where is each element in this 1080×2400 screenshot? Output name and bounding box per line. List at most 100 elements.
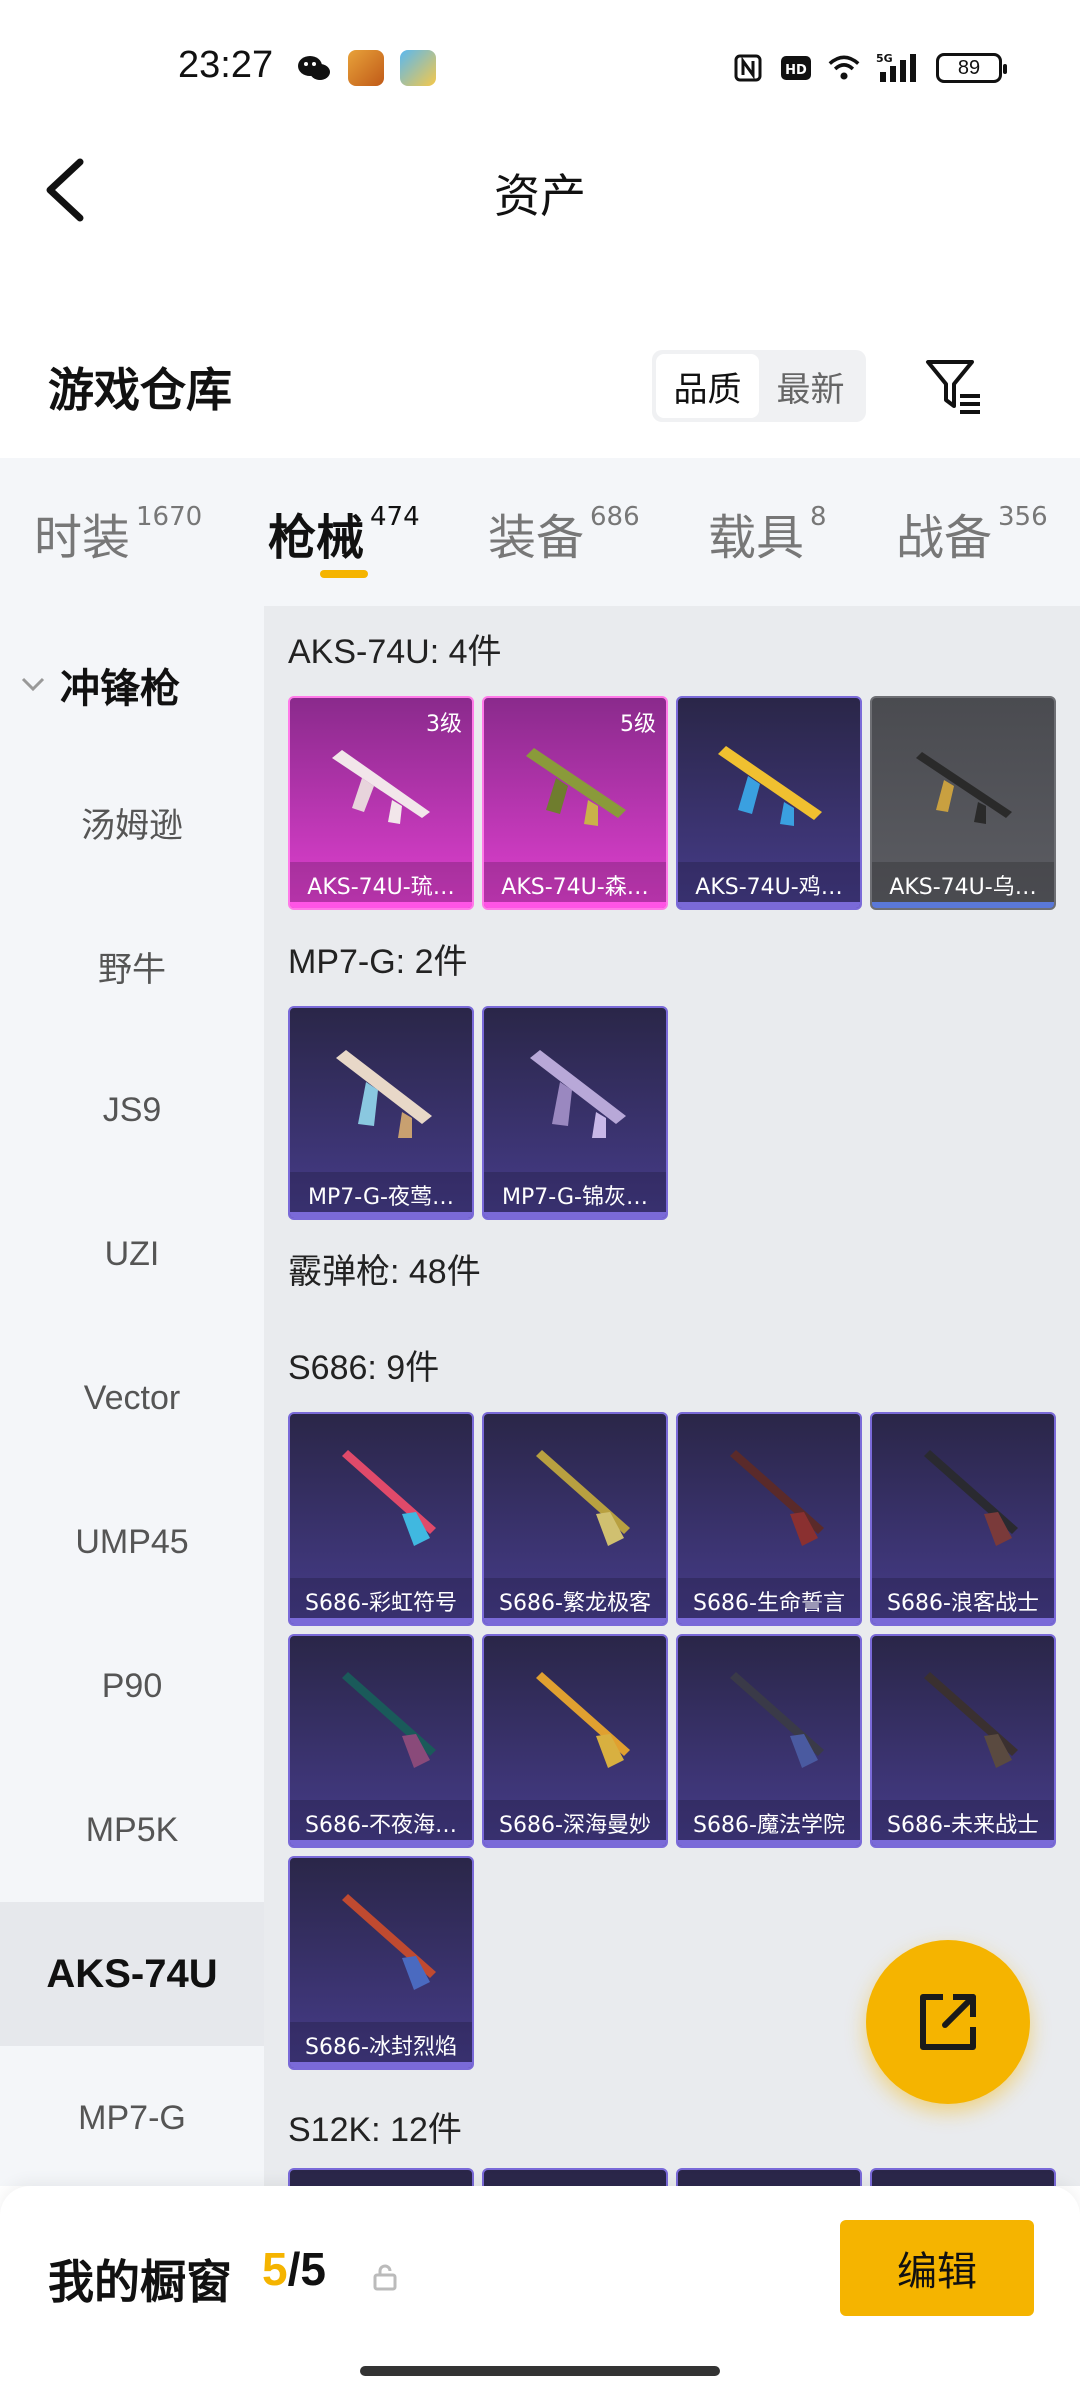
weapon-image [718, 746, 822, 826]
edit-button[interactable]: 编辑 [840, 2220, 1034, 2316]
item-card[interactable] [482, 2168, 668, 2186]
sidebar-group-label: 冲锋枪 [60, 666, 180, 712]
sidebar-item-mp5k[interactable]: MP5K [0, 1758, 264, 1902]
weapon-image [730, 1672, 824, 1768]
section-title: MP7-G: 2件 [288, 943, 468, 981]
tab-supplies[interactable]: 战备 356 [896, 498, 1048, 568]
filter-icon[interactable] [922, 354, 986, 418]
home-indicator[interactable] [360, 2366, 720, 2376]
rarity-bar [290, 1212, 472, 1218]
sort-quality-option[interactable]: 品质 [656, 354, 759, 418]
tab-label: 装备 [488, 510, 585, 566]
wechat-icon [296, 50, 332, 86]
tab-count: 8 [810, 502, 827, 532]
tab-count: 1670 [136, 502, 203, 532]
weapon-image [530, 1050, 626, 1138]
status-bar: 23:27 HD 5G 89 [0, 0, 1080, 140]
battery-indicator: 89 [936, 53, 1007, 83]
sidebar-item-aks74u[interactable]: AKS-74U [0, 1902, 264, 2046]
item-card[interactable]: MP7-G-夜莺… [288, 1006, 474, 1220]
item-card[interactable]: S686-不夜海… [288, 1634, 474, 1848]
showcase-count: 5/5 [262, 2242, 326, 2296]
tab-guns[interactable]: 枪械 474 [268, 498, 420, 568]
sort-newest-option[interactable]: 最新 [759, 354, 862, 418]
sort-toggle: 品质 最新 [652, 350, 866, 422]
hd-icon: HD [780, 52, 812, 84]
tab-label: 战备 [896, 510, 993, 566]
item-card[interactable]: AKS-74U-乌… [870, 696, 1056, 910]
weapon-image [332, 750, 430, 824]
showcase-separator: / [287, 2243, 301, 2295]
rarity-bar [484, 1840, 666, 1846]
showcase-label: 我的橱窗 [48, 2255, 232, 2309]
rarity-bar [872, 1618, 1054, 1624]
status-icons: HD 5G 89 [732, 52, 1007, 84]
external-share-icon [920, 1994, 976, 2050]
rarity-bar [290, 902, 472, 908]
weapon-image [342, 1672, 436, 1768]
rarity-bar [484, 902, 666, 908]
section-title: AKS-74U: 4件 [288, 633, 502, 671]
sidebar-item-vector[interactable]: Vector [0, 1326, 264, 1470]
item-card[interactable]: MP7-G-锦灰… [482, 1006, 668, 1220]
showcase-total: 5 [300, 2243, 326, 2295]
tab-count: 686 [590, 502, 640, 532]
weapon-image [336, 1050, 432, 1138]
tab-label: 时装 [34, 510, 131, 566]
sidebar-item-p90[interactable]: P90 [0, 1614, 264, 1758]
weather-icon [400, 50, 436, 86]
weapon-image [526, 748, 626, 826]
signal-5g-icon: 5G [876, 52, 920, 84]
rarity-bar [290, 1840, 472, 1846]
sidebar-item-thompson[interactable]: 汤姆逊 [0, 750, 264, 894]
item-card[interactable]: S686-浪客战士 [870, 1412, 1056, 1626]
category-tabs: 时装 1670 枪械 474 装备 686 载具 8 战备 356 [0, 458, 1080, 606]
weapon-image [924, 1672, 1018, 1768]
lock-icon [370, 2262, 400, 2292]
rarity-bar [484, 1618, 666, 1624]
item-card[interactable] [288, 2168, 474, 2186]
rarity-bar [872, 1840, 1054, 1846]
svg-text:HD: HD [785, 63, 807, 78]
item-card[interactable]: S686-彩虹符号 [288, 1412, 474, 1626]
item-card[interactable]: S686-深海曼妙 [482, 1634, 668, 1848]
rarity-bar [678, 902, 860, 908]
sidebar-item-uzi[interactable]: UZI [0, 1182, 264, 1326]
showcase-current: 5 [262, 2243, 288, 2295]
tab-equipment[interactable]: 装备 686 [488, 498, 640, 568]
rarity-bar [484, 1212, 666, 1218]
rarity-bar [678, 1840, 860, 1846]
section-title: S12K: 12件 [288, 2111, 462, 2149]
weapon-image [342, 1894, 436, 1990]
item-card[interactable]: S686-繁龙极客 [482, 1412, 668, 1626]
tab-label: 枪械 [268, 510, 365, 566]
sidebar-item-ump45[interactable]: UMP45 [0, 1470, 264, 1614]
weapon-type-sidebar: 冲锋枪 汤姆逊 野牛 JS9 UZI Vector UMP45 P90 MP5K… [0, 606, 264, 2186]
sidebar-group-smg[interactable]: 冲锋枪 [20, 656, 180, 714]
weapon-image [730, 1450, 824, 1546]
sidebar-item-mp7g[interactable]: MP7-G [0, 2046, 264, 2190]
status-time: 23:27 [178, 44, 274, 86]
wifi-icon [828, 52, 860, 84]
sidebar-item-js9[interactable]: JS9 [0, 1038, 264, 1182]
item-card[interactable]: 5级 AKS-74U-森… [482, 696, 668, 910]
item-card[interactable] [870, 2168, 1056, 2186]
item-card[interactable]: S686-魔法学院 [676, 1634, 862, 1848]
item-card[interactable]: S686-生命誓言 [676, 1412, 862, 1626]
svg-text:5G: 5G [876, 52, 893, 65]
share-button[interactable] [866, 1940, 1030, 2104]
chevron-down-icon [21, 677, 45, 692]
nfc-icon [732, 52, 764, 84]
app-icon [348, 50, 384, 86]
tab-label: 载具 [708, 510, 805, 566]
item-card[interactable]: S686-未来战士 [870, 1634, 1056, 1848]
tab-fashion[interactable]: 时装 1670 [34, 498, 202, 568]
item-card[interactable]: 3级 AKS-74U-琉… [288, 696, 474, 910]
item-card[interactable] [676, 2168, 862, 2186]
warehouse-title: 游戏仓库 [48, 363, 232, 417]
tab-vehicles[interactable]: 载具 8 [708, 498, 827, 568]
rarity-bar [678, 1618, 860, 1624]
sidebar-item-bizon[interactable]: 野牛 [0, 894, 264, 1038]
item-card[interactable]: S686-冰封烈焰 [288, 1856, 474, 2070]
item-card[interactable]: AKS-74U-鸡… [676, 696, 862, 910]
